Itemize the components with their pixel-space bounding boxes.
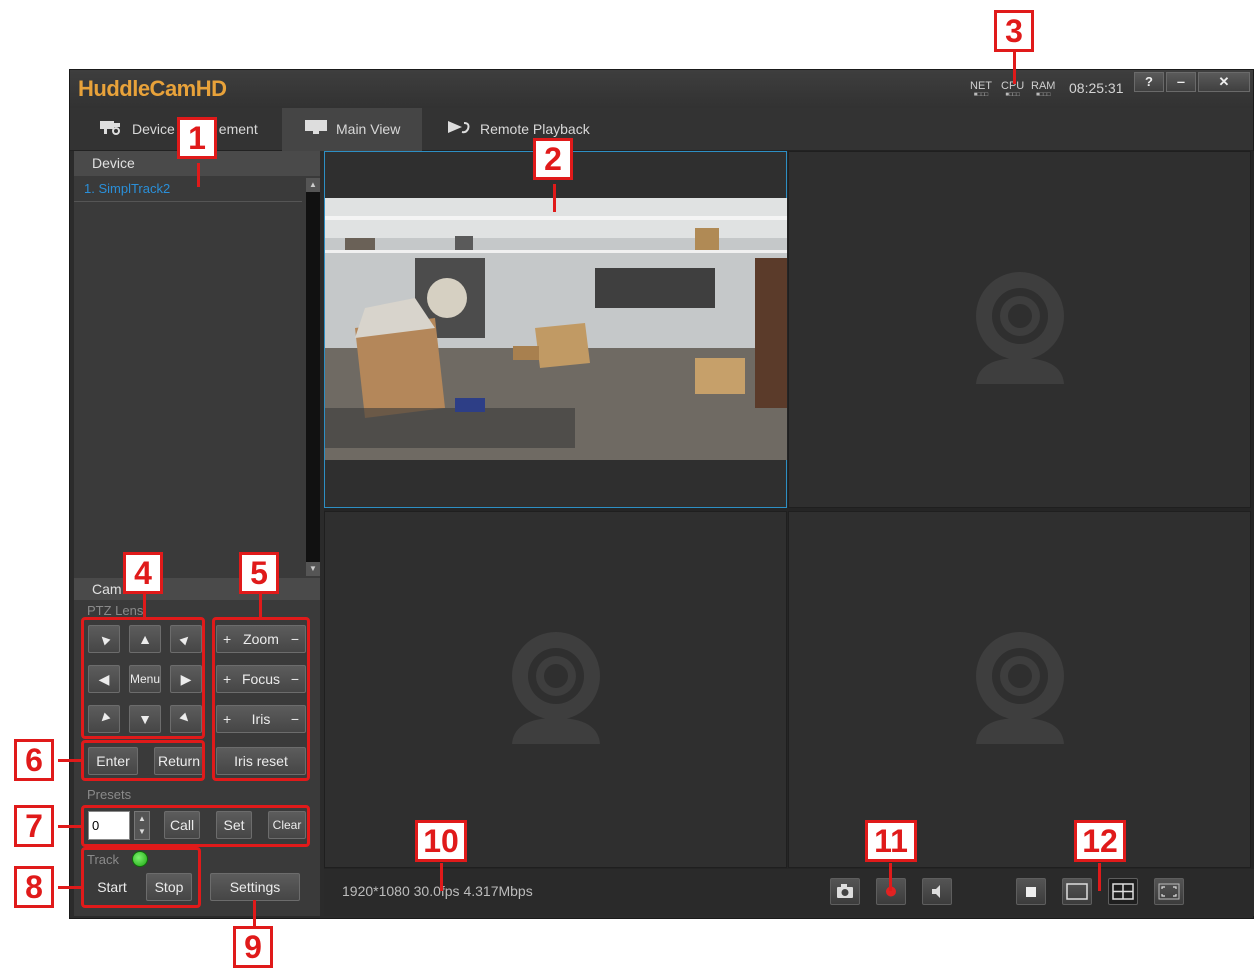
tab-main-view[interactable]: Main View [282, 108, 422, 151]
ram-bars: ■□□□ [1035, 92, 1051, 98]
callout-1-leader [197, 163, 200, 187]
callout-1: 1 [177, 117, 217, 159]
device-list: 1. SimplTrack2 [74, 178, 306, 576]
webcam-placeholder-icon [976, 632, 1064, 744]
video-cell-3[interactable] [324, 511, 787, 868]
tab-device-label: Device [132, 121, 175, 137]
video-grid [324, 151, 1254, 869]
presets-label: Presets [87, 787, 132, 802]
callout-3-leader [1013, 52, 1016, 84]
app-window: HuddleCamHD NET ■□□□ CPU ■□□□ RAM ■□□□ 0… [69, 69, 1254, 919]
callout-10: 10 [415, 820, 467, 862]
quad-view-icon [1112, 883, 1134, 900]
scroll-down-icon[interactable]: ▼ [306, 562, 320, 576]
quad-view-button[interactable] [1108, 878, 1138, 905]
tab-device-label-suffix: ement [218, 121, 258, 137]
net-label: NET [970, 80, 992, 92]
video-cell-2[interactable] [788, 151, 1251, 508]
webcam-placeholder-icon [976, 272, 1064, 384]
callout-12: 12 [1074, 820, 1126, 862]
ram-label: RAM [1031, 80, 1056, 92]
scroll-up-icon[interactable]: ▲ [306, 178, 320, 192]
callout-8: 8 [14, 866, 54, 908]
left-panel: Device 1. SimplTrack2 ▲ ▼ Cam PTZ Lens ▲… [74, 151, 320, 916]
stop-all-button[interactable] [1016, 878, 1046, 905]
track-highlight [81, 847, 201, 908]
fullscreen-icon [1158, 883, 1180, 900]
ptz-arrows-highlight [81, 617, 205, 739]
net-meter: NET ■□□□ [970, 80, 992, 98]
device-list-scrollbar[interactable]: ▲ ▼ [306, 178, 320, 576]
app-logo: HuddleCamHD [78, 76, 227, 101]
lens-controls-highlight [212, 617, 310, 781]
callout-11: 11 [865, 820, 917, 862]
webcam-placeholder-icon [512, 632, 600, 744]
clock: 08:25:31 [1069, 80, 1124, 96]
callout-6: 6 [14, 739, 54, 781]
audio-button[interactable] [922, 878, 952, 905]
playback-icon [446, 109, 472, 152]
camera-control-header: Cam [74, 578, 320, 600]
settings-button[interactable]: Settings [210, 873, 300, 901]
callout-8-leader [58, 886, 82, 889]
status-bar: 1920*1080 30.0fps 4.317Mbps [324, 869, 1254, 916]
callout-9: 9 [233, 926, 273, 968]
callout-4-leader [143, 594, 146, 619]
ram-meter: RAM ■□□□ [1031, 80, 1055, 98]
device-item[interactable]: 1. SimplTrack2 [74, 178, 302, 202]
camera-feed-image [325, 198, 787, 460]
fullscreen-button[interactable] [1154, 878, 1184, 905]
callout-5-leader [259, 594, 262, 619]
callout-11-leader [889, 863, 892, 891]
tab-remote-playback-label: Remote Playback [480, 121, 590, 137]
monitor-icon [304, 109, 328, 152]
callout-10-leader [440, 863, 443, 891]
camera-snapshot-icon [837, 884, 853, 898]
tab-bar: Device ement Main View Remote Playback [70, 108, 1253, 151]
callout-6-leader [58, 759, 82, 762]
tab-remote-playback[interactable]: Remote Playback [424, 108, 610, 151]
help-button[interactable]: ? [1134, 72, 1164, 92]
callout-7-leader [58, 825, 82, 828]
snapshot-button[interactable] [830, 878, 860, 905]
callout-7: 7 [14, 805, 54, 847]
presets-highlight [81, 805, 310, 847]
callout-5: 5 [239, 552, 279, 594]
callout-2: 2 [533, 138, 573, 180]
enter-return-highlight [81, 740, 205, 781]
callout-4: 4 [123, 552, 163, 594]
tab-main-view-label: Main View [336, 121, 401, 137]
callout-3: 3 [994, 10, 1034, 52]
minimize-button[interactable]: ‒ [1166, 72, 1196, 92]
single-view-button[interactable] [1062, 878, 1092, 905]
single-frame-icon [1066, 883, 1088, 900]
close-button[interactable]: ✕ [1198, 72, 1250, 92]
camera-manage-icon [98, 109, 124, 152]
callout-12-leader [1098, 863, 1101, 891]
stop-square-icon [1026, 887, 1036, 897]
stream-info: 1920*1080 30.0fps 4.317Mbps [342, 883, 533, 899]
net-bars: ■□□□ [973, 92, 989, 98]
title-bar: HuddleCamHD NET ■□□□ CPU ■□□□ RAM ■□□□ 0… [70, 70, 1253, 108]
annotated-screenshot: HuddleCamHD NET ■□□□ CPU ■□□□ RAM ■□□□ 0… [0, 0, 1254, 971]
video-cell-4[interactable] [788, 511, 1251, 868]
ptz-lens-label: PTZ Lens [87, 603, 144, 618]
cpu-bars: ■□□□ [1005, 92, 1020, 98]
speaker-icon [932, 885, 940, 898]
callout-2-leader [553, 184, 556, 212]
